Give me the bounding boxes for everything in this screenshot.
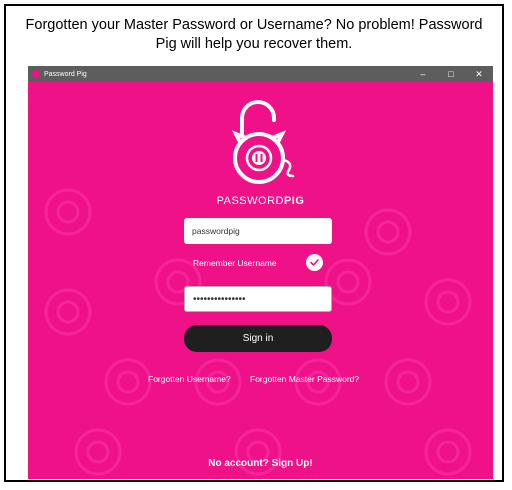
brand-prefix: PASSWORD — [216, 195, 284, 207]
checkmark-icon — [310, 259, 319, 266]
forgotten-username-link[interactable]: Forgotten Username? — [148, 374, 231, 384]
title-bar: Password Pig – □ ✕ — [28, 66, 493, 82]
brand-suffix: PIG — [283, 195, 305, 207]
remember-username-label: Remember Username — [193, 258, 277, 268]
close-button[interactable]: ✕ — [465, 69, 493, 80]
forgotten-master-password-link[interactable]: Forgotten Master Password? — [250, 374, 359, 384]
password-pig-logo-icon — [231, 100, 295, 184]
sign-up-link[interactable]: No account? Sign Up! — [28, 458, 493, 469]
window-title: Password Pig — [44, 70, 87, 78]
minimize-button[interactable]: – — [409, 69, 437, 79]
password-input[interactable] — [184, 286, 332, 312]
maximize-button[interactable]: □ — [437, 69, 465, 79]
app-logo-icon — [32, 70, 40, 78]
app-window: Password Pig – □ ✕ PASSWORDPIG passwordp… — [28, 66, 493, 479]
caption-text: Forgotten your Master Password or Userna… — [25, 17, 483, 52]
username-input[interactable] — [184, 218, 332, 244]
sign-in-button[interactable]: Sign in — [184, 325, 332, 352]
brand-name: PASSWORDPIG — [28, 195, 493, 207]
remember-username-checkbox[interactable] — [306, 254, 323, 271]
